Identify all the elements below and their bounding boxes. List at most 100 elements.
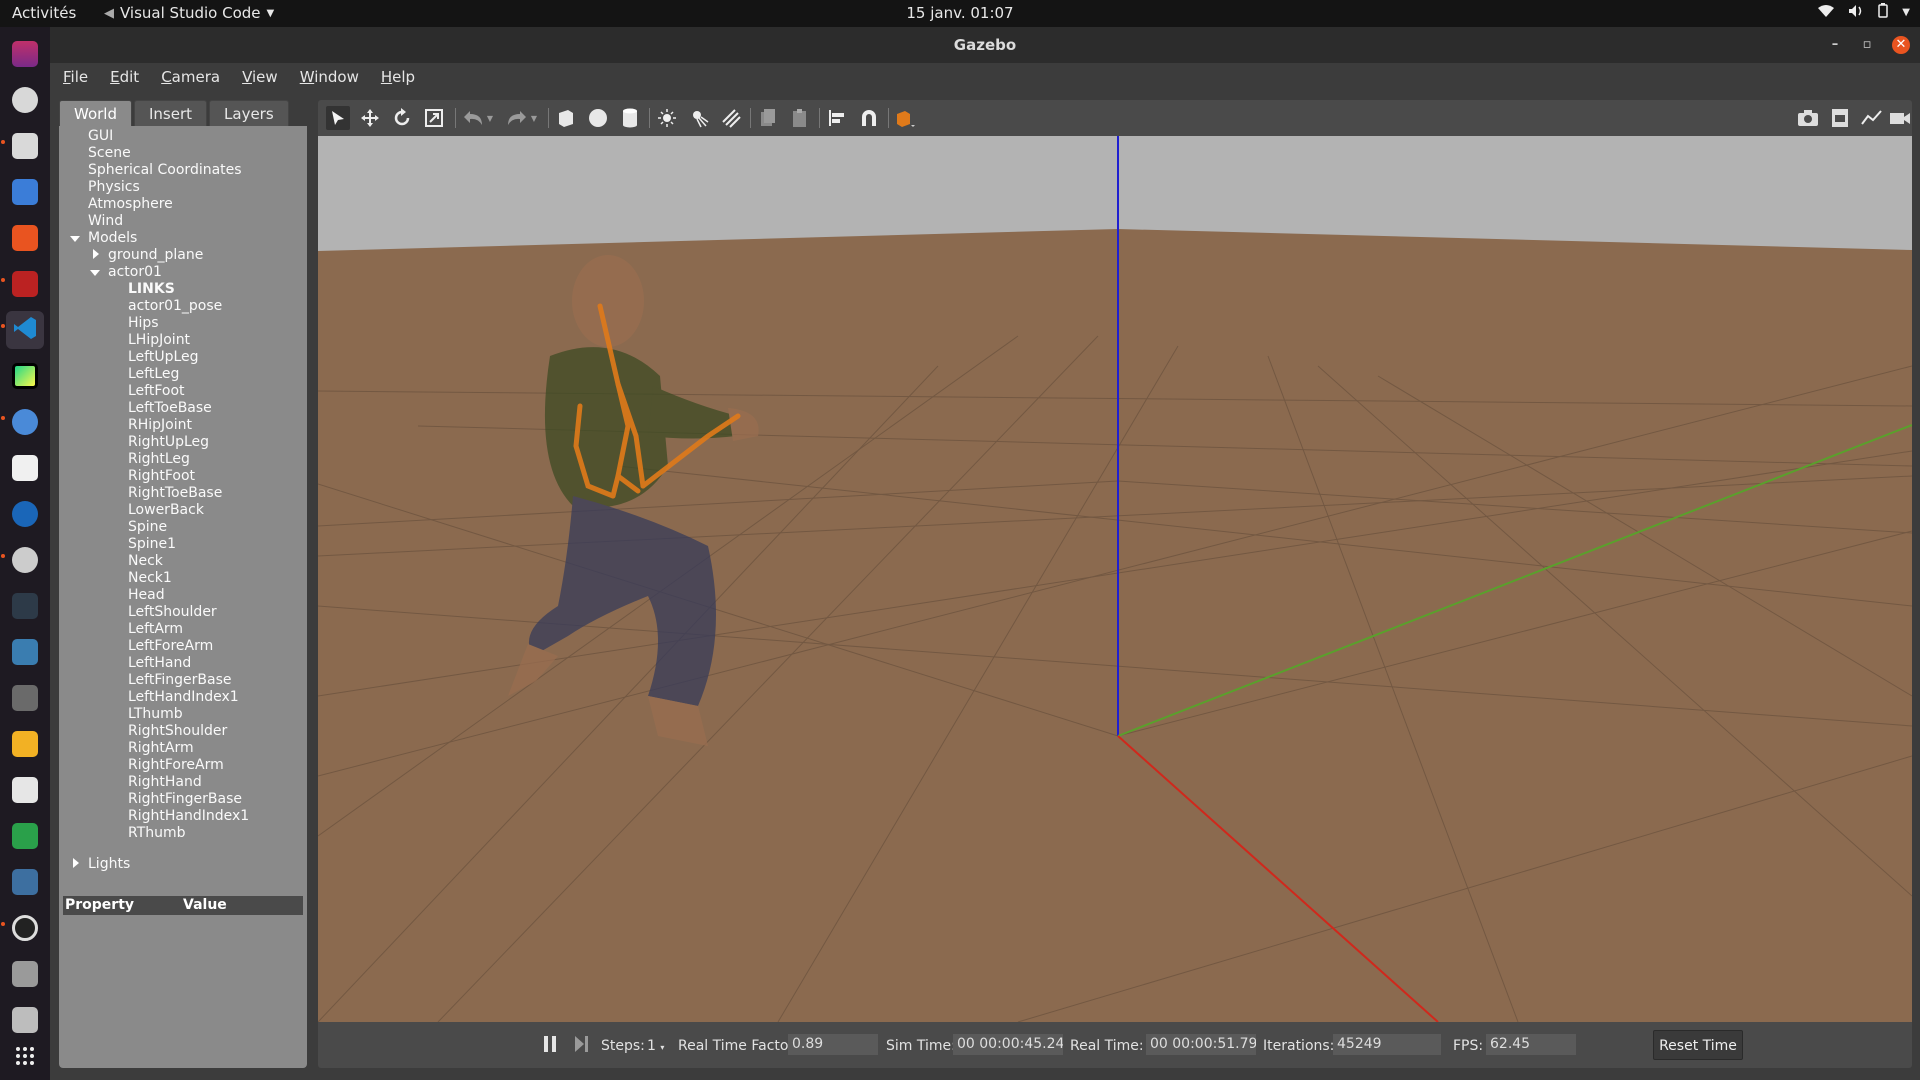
- tree-item-link[interactable]: RightToeBase: [128, 485, 222, 502]
- tab-world[interactable]: World: [59, 100, 132, 126]
- tree-item-link[interactable]: actor01_pose: [128, 298, 222, 315]
- dock-app-teal[interactable]: [6, 633, 44, 671]
- paste-button[interactable]: [788, 106, 812, 130]
- tab-layers[interactable]: Layers: [209, 100, 289, 126]
- insert-sphere-button[interactable]: [586, 106, 610, 130]
- tree-item-wind[interactable]: Wind: [88, 213, 123, 230]
- dock-pycharm[interactable]: [6, 357, 44, 395]
- dock-writer[interactable]: [6, 173, 44, 211]
- tree-item-lights[interactable]: Lights: [88, 856, 130, 873]
- steps-spinbox[interactable]: 1 ▾: [647, 1038, 664, 1054]
- tree-item-link[interactable]: RightShoulder: [128, 723, 227, 740]
- tree-item-link[interactable]: RightHandIndex1: [128, 808, 249, 825]
- close-button[interactable]: ✕: [1892, 36, 1910, 54]
- tree-item-link[interactable]: LeftFingerBase: [128, 672, 231, 689]
- tree-item-link[interactable]: Spine: [128, 519, 167, 536]
- tree-item-link[interactable]: RightUpLeg: [128, 434, 209, 451]
- view-angle-button[interactable]: [894, 106, 918, 130]
- dock-chromium[interactable]: [6, 403, 44, 441]
- tree-item-ground-plane[interactable]: ground_plane: [108, 247, 203, 264]
- tree-item-link[interactable]: RightLeg: [128, 451, 190, 468]
- tree-item-link[interactable]: LeftArm: [128, 621, 183, 638]
- tree-item-link[interactable]: LHipJoint: [128, 332, 190, 349]
- dock-drive-2[interactable]: [6, 1001, 44, 1039]
- minimize-button[interactable]: –: [1826, 36, 1844, 54]
- tree-item-link[interactable]: RightArm: [128, 740, 194, 757]
- tree-item-gui[interactable]: GUI: [88, 128, 113, 145]
- activities-button[interactable]: Activités: [12, 4, 76, 22]
- rotate-tool-button[interactable]: [390, 106, 414, 130]
- tab-insert[interactable]: Insert: [134, 100, 208, 126]
- plot-button[interactable]: [1860, 106, 1884, 130]
- snap-button[interactable]: [857, 106, 881, 130]
- scale-tool-button[interactable]: [422, 106, 446, 130]
- tree-item-link[interactable]: RHipJoint: [128, 417, 192, 434]
- menu-help[interactable]: Help: [368, 63, 424, 91]
- undo-history-button[interactable]: ▼: [483, 106, 497, 130]
- tree-item-link[interactable]: LeftFoot: [128, 383, 185, 400]
- copy-button[interactable]: [756, 106, 780, 130]
- dock-app-red[interactable]: [6, 265, 44, 303]
- menu-camera[interactable]: Camera: [148, 63, 229, 91]
- step-button[interactable]: [574, 1035, 590, 1057]
- dock-settings[interactable]: [6, 81, 44, 119]
- dock-calc[interactable]: [6, 817, 44, 855]
- dock-app-dial[interactable]: [6, 909, 44, 947]
- dock-monitor[interactable]: [6, 587, 44, 625]
- menu-file[interactable]: File: [50, 63, 97, 91]
- tree-item-link[interactable]: LeftUpLeg: [128, 349, 199, 366]
- tree-item-link[interactable]: Head: [128, 587, 165, 604]
- system-tray[interactable]: ▼: [1818, 3, 1910, 22]
- dock-files[interactable]: [6, 127, 44, 165]
- tree-item-link[interactable]: RightHand: [128, 774, 202, 791]
- menu-view[interactable]: View: [229, 63, 287, 91]
- clock[interactable]: 15 janv. 01:07: [906, 4, 1013, 22]
- collapse-arrow-icon[interactable]: [90, 270, 100, 276]
- tree-item-link[interactable]: LeftShoulder: [128, 604, 217, 621]
- dock-notes[interactable]: [6, 725, 44, 763]
- tree-item-link[interactable]: LeftToeBase: [128, 400, 212, 417]
- world-tree[interactable]: GUI Scene Spherical Coordinates Physics …: [59, 128, 307, 872]
- tree-item-link[interactable]: Spine1: [128, 536, 176, 553]
- window-titlebar[interactable]: Gazebo – ▫ ✕: [50, 27, 1920, 63]
- tree-item-physics[interactable]: Physics: [88, 179, 140, 196]
- insert-box-button[interactable]: [554, 106, 578, 130]
- undo-button[interactable]: [461, 106, 485, 130]
- tree-item-link[interactable]: RThumb: [128, 825, 186, 842]
- tree-item-link[interactable]: Neck: [128, 553, 163, 570]
- expand-arrow-icon[interactable]: [93, 249, 99, 259]
- translate-tool-button[interactable]: [358, 106, 382, 130]
- tree-item-link[interactable]: RightFoot: [128, 468, 195, 485]
- tree-item-actor01[interactable]: actor01: [108, 264, 162, 281]
- insert-point-light-button[interactable]: [655, 106, 679, 130]
- insert-spot-light-button[interactable]: [687, 106, 711, 130]
- select-tool-button[interactable]: [326, 106, 350, 130]
- reset-time-button[interactable]: Reset Time: [1653, 1030, 1743, 1060]
- dock-drive[interactable]: [6, 955, 44, 993]
- tree-item-link[interactable]: LowerBack: [128, 502, 204, 519]
- app-menu[interactable]: ◀ Visual Studio Code ▼: [104, 4, 274, 22]
- tree-item-link[interactable]: RightFingerBase: [128, 791, 242, 808]
- tree-item-atmosphere[interactable]: Atmosphere: [88, 196, 173, 213]
- tree-item-link[interactable]: LThumb: [128, 706, 183, 723]
- 3d-viewport[interactable]: [318, 136, 1912, 1022]
- dock-terminal[interactable]: [6, 35, 44, 73]
- redo-button[interactable]: [505, 106, 529, 130]
- dock-app-blue[interactable]: [6, 495, 44, 533]
- dock-editor[interactable]: [6, 449, 44, 487]
- tree-item-models[interactable]: Models: [88, 230, 137, 247]
- align-button[interactable]: [825, 106, 849, 130]
- tree-item-link[interactable]: LeftForeArm: [128, 638, 213, 655]
- screenshot-button[interactable]: [1796, 106, 1820, 130]
- record-video-button[interactable]: [1888, 106, 1912, 130]
- maximize-button[interactable]: ▫: [1858, 36, 1876, 54]
- dock-vscode[interactable]: [6, 311, 44, 349]
- insert-directional-light-button[interactable]: [719, 106, 743, 130]
- dock-software[interactable]: [6, 219, 44, 257]
- tree-item-link[interactable]: LeftHand: [128, 655, 191, 672]
- dock-app-white[interactable]: [6, 771, 44, 809]
- collapse-arrow-icon[interactable]: [70, 236, 80, 242]
- dock-screenshot[interactable]: [6, 863, 44, 901]
- tree-item-scene[interactable]: Scene: [88, 145, 131, 162]
- redo-history-button[interactable]: ▼: [527, 106, 541, 130]
